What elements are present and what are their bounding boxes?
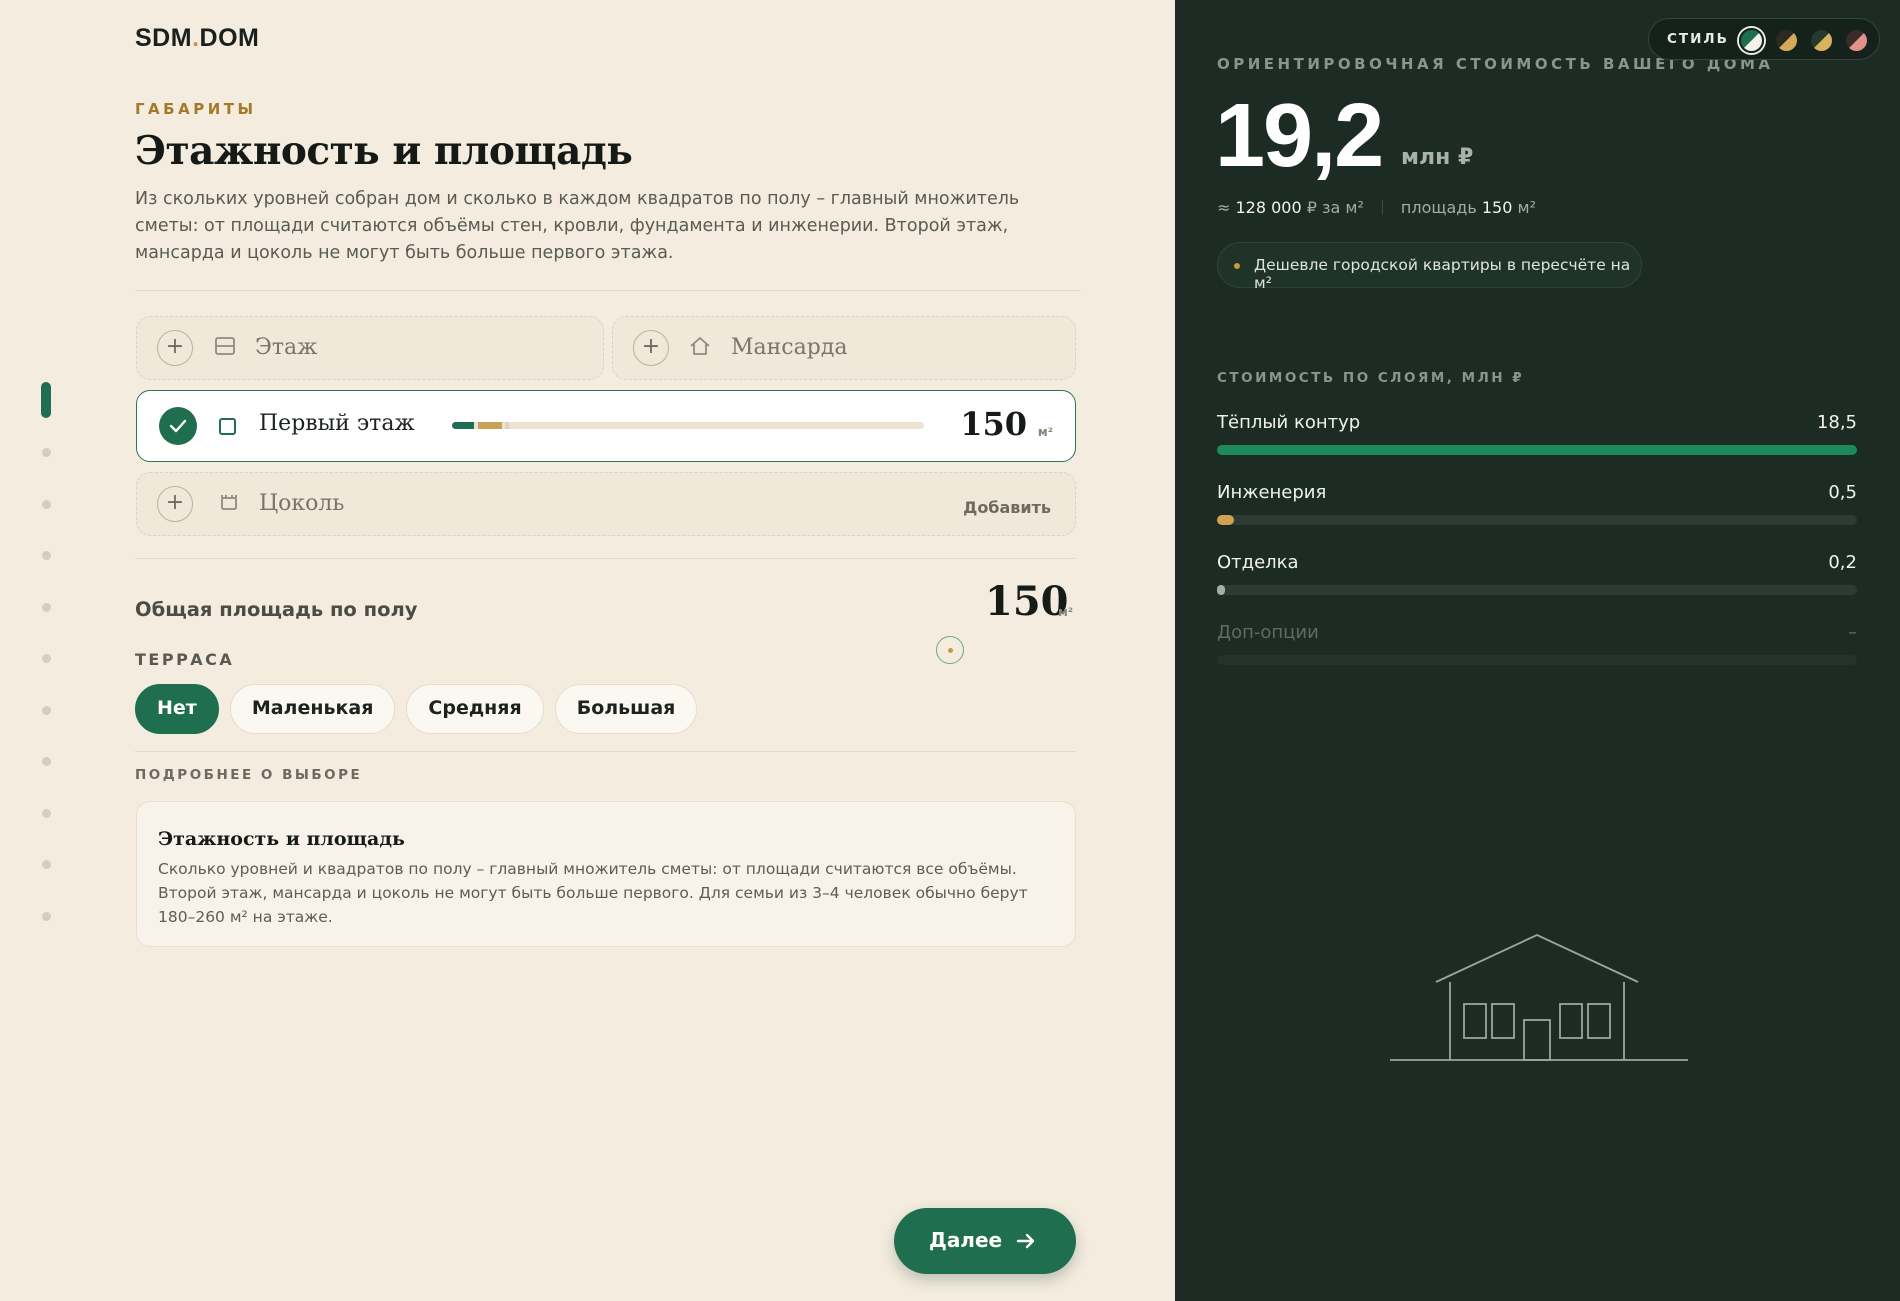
terrace-eyebrow: ТЕРРАСА xyxy=(135,650,235,669)
style-switcher: СТИЛЬ xyxy=(1648,18,1880,60)
layer-bar-fill xyxy=(1217,445,1857,455)
plus-icon[interactable]: + xyxy=(157,330,193,366)
square-icon xyxy=(219,418,236,435)
total-area-value: 150 xyxy=(985,578,1069,625)
style-swatch[interactable] xyxy=(1809,28,1834,53)
section-description: Из скольких уровней собран дом и сколько… xyxy=(135,189,1020,263)
add-basement-slot[interactable]: + Цоколь Добавить xyxy=(136,472,1076,536)
comparison-note-text: Дешевле городской квартиры в пересчёте н… xyxy=(1254,256,1631,292)
add-attic-label: Мансарда xyxy=(731,335,848,360)
step-dot[interactable] xyxy=(42,551,51,560)
layers-eyebrow: СТОИМОСТЬ ПО СЛОЯМ, МЛН ₽ xyxy=(1217,370,1525,386)
target-icon xyxy=(936,636,964,664)
first-floor-row[interactable]: Первый этаж 150 м² xyxy=(136,390,1076,462)
plus-icon[interactable]: + xyxy=(633,330,669,366)
step-dot[interactable] xyxy=(42,808,51,818)
details-text: Сколько уровней и квадратов по полу – гл… xyxy=(158,860,1028,926)
bullet-icon xyxy=(1234,263,1240,269)
price-unit: млн ₽ xyxy=(1401,145,1474,170)
plus-icon[interactable]: + xyxy=(157,486,193,522)
first-floor-unit: м² xyxy=(1037,425,1053,439)
add-basement-label: Цоколь xyxy=(259,491,345,516)
first-floor-label: Первый этаж xyxy=(259,411,415,436)
step-dot[interactable] xyxy=(42,705,51,715)
estimate-panel: ОРИЕНТИРОВОЧНАЯ СТОИМОСТЬ ВАШЕГО ДОМА СТ… xyxy=(1175,0,1900,1301)
area-slider-tick xyxy=(505,422,509,429)
divider xyxy=(135,290,1081,291)
terrace-option[interactable]: Маленькая xyxy=(229,684,396,734)
layer-value: – xyxy=(1848,622,1857,643)
price-meta: ≈ 128 000 ₽ за м² площадь 150 м² xyxy=(1217,198,1536,217)
style-swatch[interactable] xyxy=(1739,28,1764,53)
step-dot[interactable] xyxy=(42,911,51,921)
details-card: Этажность и площадь Сколько уровней и кв… xyxy=(136,801,1076,947)
selected-check-icon[interactable] xyxy=(159,407,197,445)
add-attic-slot[interactable]: + Мансарда xyxy=(612,316,1076,380)
floor-stack-icon xyxy=(215,337,235,360)
details-title: Этажность и площадь xyxy=(158,828,405,850)
section-eyebrow: ГАБАРИТЫ xyxy=(135,100,257,118)
terrace-option[interactable]: Средняя xyxy=(406,684,544,734)
add-basement-button[interactable]: Добавить xyxy=(963,498,1051,517)
terrace-option[interactable]: Большая xyxy=(554,684,698,734)
page-title: Этажность и площадь xyxy=(135,128,633,174)
style-swatch[interactable] xyxy=(1844,28,1869,53)
layer-value: 0,2 xyxy=(1828,552,1857,573)
layer-bar-fill xyxy=(1217,515,1234,525)
layer-name: Инженерия xyxy=(1217,482,1327,503)
divider xyxy=(135,558,1075,559)
step-active[interactable] xyxy=(41,382,51,418)
next-button-label: Далее xyxy=(929,1228,1003,1252)
step-dot[interactable] xyxy=(42,860,51,869)
area-slider-fill xyxy=(452,422,474,429)
layer-bar xyxy=(1217,515,1857,525)
house-illustration-icon xyxy=(1390,934,1688,1061)
area-slider[interactable] xyxy=(452,422,924,429)
step-dot[interactable] xyxy=(42,602,51,612)
layer-row: Доп-опции – xyxy=(1217,622,1857,672)
layer-bar xyxy=(1217,585,1857,595)
layer-row: Тёплый контур 18,5 xyxy=(1217,412,1857,462)
first-floor-area[interactable]: 150 xyxy=(960,405,1027,443)
divider xyxy=(135,751,1075,752)
add-floor-slot[interactable]: + Этаж xyxy=(136,316,604,380)
total-area-unit: м² xyxy=(1058,605,1074,619)
layer-row: Инженерия 0,5 xyxy=(1217,482,1857,532)
add-floor-label: Этаж xyxy=(255,335,318,360)
basement-icon xyxy=(219,493,239,516)
step-dot[interactable] xyxy=(42,448,51,457)
layer-value: 18,5 xyxy=(1816,412,1857,433)
layer-bar-fill xyxy=(1217,585,1225,595)
total-area-label: Общая площадь по полу xyxy=(135,598,418,621)
layer-name: Доп-опции xyxy=(1217,622,1319,643)
layer-row: Отделка 0,2 xyxy=(1217,552,1857,602)
area-value: 150 xyxy=(1481,198,1513,217)
area-slider-handle[interactable] xyxy=(478,422,502,429)
step-dot[interactable] xyxy=(42,499,51,509)
layer-name: Отделка xyxy=(1217,552,1299,573)
terrace-options: Нет Маленькая Средняя Большая xyxy=(135,684,698,734)
step-dot[interactable] xyxy=(42,757,51,766)
price-value: 19,2 xyxy=(1215,86,1384,186)
layer-name: Тёплый контур xyxy=(1217,412,1361,433)
next-button[interactable]: Далее xyxy=(894,1208,1076,1274)
layer-value: 0,5 xyxy=(1828,482,1857,503)
style-swatch[interactable] xyxy=(1774,28,1799,53)
step-dot[interactable] xyxy=(42,654,51,663)
details-eyebrow: ПОДРОБНЕЕ О ВЫБОРЕ xyxy=(135,767,363,783)
style-label: СТИЛЬ xyxy=(1667,31,1729,47)
house-outline-icon xyxy=(689,336,711,361)
terrace-option[interactable]: Нет xyxy=(135,684,219,734)
logo[interactable]: SDM.DOM xyxy=(135,24,259,53)
layer-bar xyxy=(1217,445,1857,455)
price-per-m2: 128 000 xyxy=(1235,198,1302,217)
comparison-note: Дешевле городской квартиры в пересчёте н… xyxy=(1217,242,1642,292)
builder-panel: SDM.DOM ГАБАРИТЫ Этажность и площадь Из … xyxy=(0,0,1175,1301)
arrow-right-icon xyxy=(1016,1233,1035,1249)
layer-bar xyxy=(1217,655,1857,665)
